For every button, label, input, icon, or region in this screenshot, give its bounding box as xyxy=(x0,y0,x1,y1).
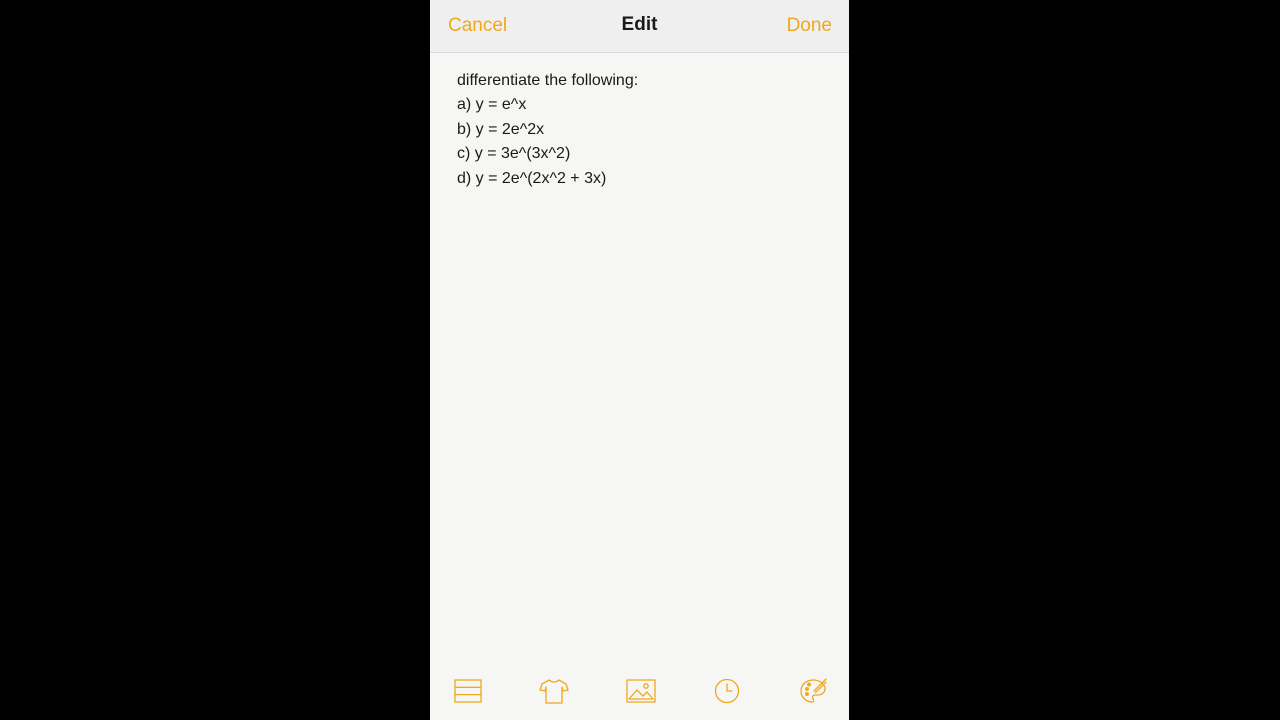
palette-icon[interactable] xyxy=(798,676,828,706)
note-line-d: d) y = 2e^(2x^2 + 3x) xyxy=(457,169,607,187)
note-line-b: b) y = 2e^2x xyxy=(457,120,545,138)
list-lines-icon[interactable] xyxy=(453,676,483,706)
note-line-c: c) y = 3e^(3x^2) xyxy=(457,145,571,163)
navigation-bar: Cancel Edit Done xyxy=(430,0,849,53)
bottom-toolbar xyxy=(430,664,849,720)
note-text-area[interactable]: differentiate the following: a) y = e^x … xyxy=(457,69,827,191)
tshirt-icon[interactable] xyxy=(539,676,569,706)
clock-icon[interactable] xyxy=(712,676,742,706)
note-line-heading: differentiate the following: xyxy=(457,72,639,89)
image-icon[interactable] xyxy=(626,676,656,706)
note-line-a: a) y = e^x xyxy=(457,96,527,114)
notes-screen: Cancel Edit Done differentiate the follo… xyxy=(430,0,849,720)
done-button[interactable]: Done xyxy=(787,15,832,37)
